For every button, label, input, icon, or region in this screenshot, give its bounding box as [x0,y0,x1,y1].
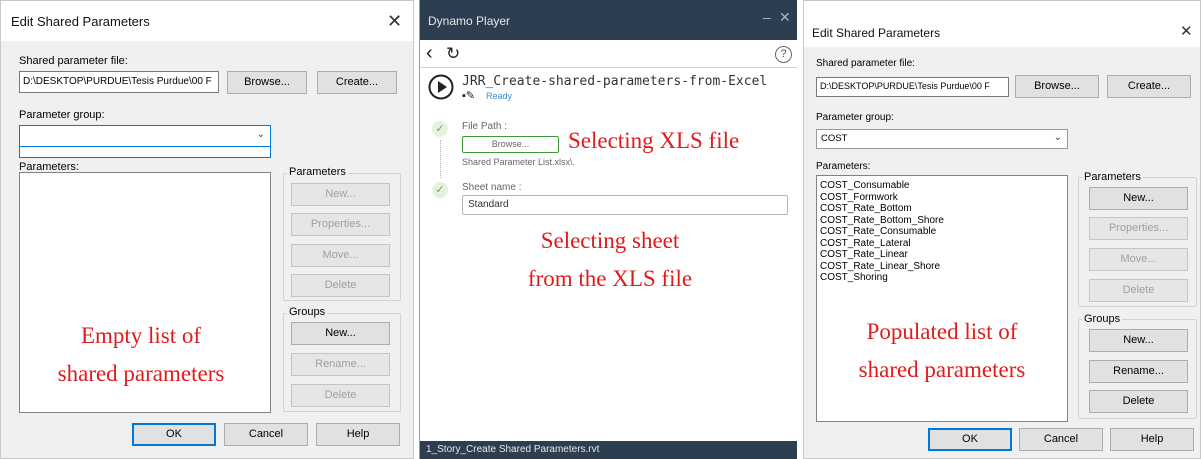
list-item[interactable]: COST_Formwork [817,192,1067,204]
move-button[interactable]: Move... [291,244,390,267]
browse-button[interactable]: Browse... [227,71,307,94]
dialog-title: Edit Shared Parameters [11,14,150,29]
annotation-populated-list: Populated list of shared parameters [826,313,1058,385]
status-ready: Ready [486,91,513,101]
list-item[interactable]: COST_Rate_Linear [817,249,1067,261]
dropdown-list-open[interactable] [19,146,271,158]
progress-dots [440,140,441,178]
back-arrow-icon[interactable]: ‹ [426,42,433,65]
annotation-selecting-sheet: Selecting sheet from the XLS file [480,222,740,296]
properties-button[interactable]: Properties... [291,213,390,236]
shared-file-label: Shared parameter file: [19,55,128,67]
checkmark-icon: ✓ [432,182,448,198]
new-group-button[interactable]: New... [291,322,390,345]
dialog-title: Edit Shared Parameters [812,26,941,40]
delete-parameter-button[interactable]: Delete [291,274,390,297]
help-button[interactable]: Help [1110,428,1194,451]
minimize-icon[interactable]: – [763,9,771,25]
script-name: JRR_Create-shared-parameters-from-Excel [462,74,768,89]
dynamo-player-panel: Dynamo Player – ✕ ‹ ↻ ? JRR_Create-share… [419,0,797,459]
play-icon[interactable] [428,74,454,100]
parameter-group-dropdown[interactable]: ⌄ [19,125,271,147]
list-item[interactable]: COST_Consumable [817,180,1067,192]
chevron-down-icon: ⌄ [1053,132,1062,143]
delete-group-button[interactable]: Delete [1089,390,1188,413]
annotation-line-2: from the XLS file [527,266,693,291]
cancel-button[interactable]: Cancel [1019,428,1103,451]
annotation-selecting-xls: Selecting XLS file [568,128,740,153]
browse-button[interactable]: Browse... [1015,75,1099,98]
annotation-line-2: shared parameters [858,357,1026,382]
refresh-icon[interactable]: ↻ [446,44,460,64]
list-item[interactable]: COST_Rate_Bottom [817,203,1067,215]
list-item[interactable]: COST_Rate_Bottom_Shore [817,215,1067,227]
close-icon[interactable]: ✕ [779,9,791,26]
ok-button[interactable]: OK [928,428,1012,451]
script-file-icon: ▪✎ [462,90,476,102]
parameter-group-value: COST [821,133,848,144]
close-icon[interactable]: ✕ [1180,23,1193,41]
close-icon[interactable]: ✕ [387,12,402,30]
rename-group-button[interactable]: Rename... [291,353,390,376]
parameter-group-label: Parameter group: [816,112,894,123]
move-button[interactable]: Move... [1089,248,1188,271]
new-parameter-button[interactable]: New... [291,183,390,206]
delete-parameter-button[interactable]: Delete [1089,279,1188,302]
annotation-line-1: Selecting sheet [540,228,680,253]
list-item[interactable]: COST_Shoring [817,272,1067,284]
list-item[interactable]: COST_Rate_Consumable [817,226,1067,238]
dynamo-footer: 1_Story_Create Shared Parameters.rvt [420,441,797,459]
toolbar-divider [420,67,797,68]
groups-groupbox-title: Groups [1082,313,1123,325]
annotation-empty-list: Empty list of shared parameters [21,317,261,393]
checkmark-icon: ✓ [432,121,448,137]
new-parameter-button[interactable]: New... [1089,187,1188,210]
file-path-value: Shared Parameter List.xlsx\. [462,157,576,167]
delete-group-button[interactable]: Delete [291,384,390,407]
dynamo-title-bar: Dynamo Player – ✕ [420,0,797,40]
annotation-line-1: Empty list of [80,323,202,348]
list-item[interactable]: COST_Rate_Linear_Shore [817,261,1067,273]
new-group-button[interactable]: New... [1089,329,1188,352]
parameter-group-dropdown[interactable]: COST ⌄ [816,129,1068,149]
help-icon[interactable]: ? [775,46,792,63]
parameters-groupbox-title: Parameters [287,166,348,178]
parameter-group-label: Parameter group: [19,109,105,121]
parameters-label: Parameters: [816,161,871,172]
annotation-line-1: Populated list of [866,319,1018,344]
create-button[interactable]: Create... [317,71,397,94]
ok-button[interactable]: OK [132,423,216,446]
create-button[interactable]: Create... [1107,75,1191,98]
revit-file-name: 1_Story_Create Shared Parameters.rvt [426,444,600,455]
sheet-name-input[interactable]: Standard [462,195,788,215]
rename-group-button[interactable]: Rename... [1089,360,1188,383]
file-path-label: File Path : [462,121,508,132]
shared-file-label: Shared parameter file: [816,58,915,69]
groups-groupbox-title: Groups [287,306,328,318]
cancel-button[interactable]: Cancel [224,423,308,446]
title-bar: Edit Shared Parameters ✕ [1,1,413,41]
list-item[interactable]: COST_Rate_Lateral [817,238,1067,250]
chevron-down-icon: ⌄ [256,129,265,140]
annotation-line-2: shared parameters [57,361,225,386]
parameters-groupbox-title: Parameters [1082,171,1143,183]
title-bar: Edit Shared Parameters ✕ [804,1,1200,47]
shared-file-path-field[interactable]: D:\DESKTOP\PURDUE\Tesis Purdue\00 F [19,71,219,93]
edit-shared-parameters-dialog-empty: Edit Shared Parameters ✕ Shared paramete… [0,0,414,459]
dynamo-title: Dynamo Player [428,14,511,28]
sheet-name-label: Sheet name : [462,182,522,193]
properties-button[interactable]: Properties... [1089,217,1188,240]
edit-shared-parameters-dialog-populated: Edit Shared Parameters ✕ Shared paramete… [803,0,1201,459]
help-button[interactable]: Help [316,423,400,446]
shared-file-path-field[interactable]: D:\DESKTOP\PURDUE\Tesis Purdue\00 F [816,77,1009,97]
dynamo-browse-button[interactable]: Browse... [462,136,559,153]
